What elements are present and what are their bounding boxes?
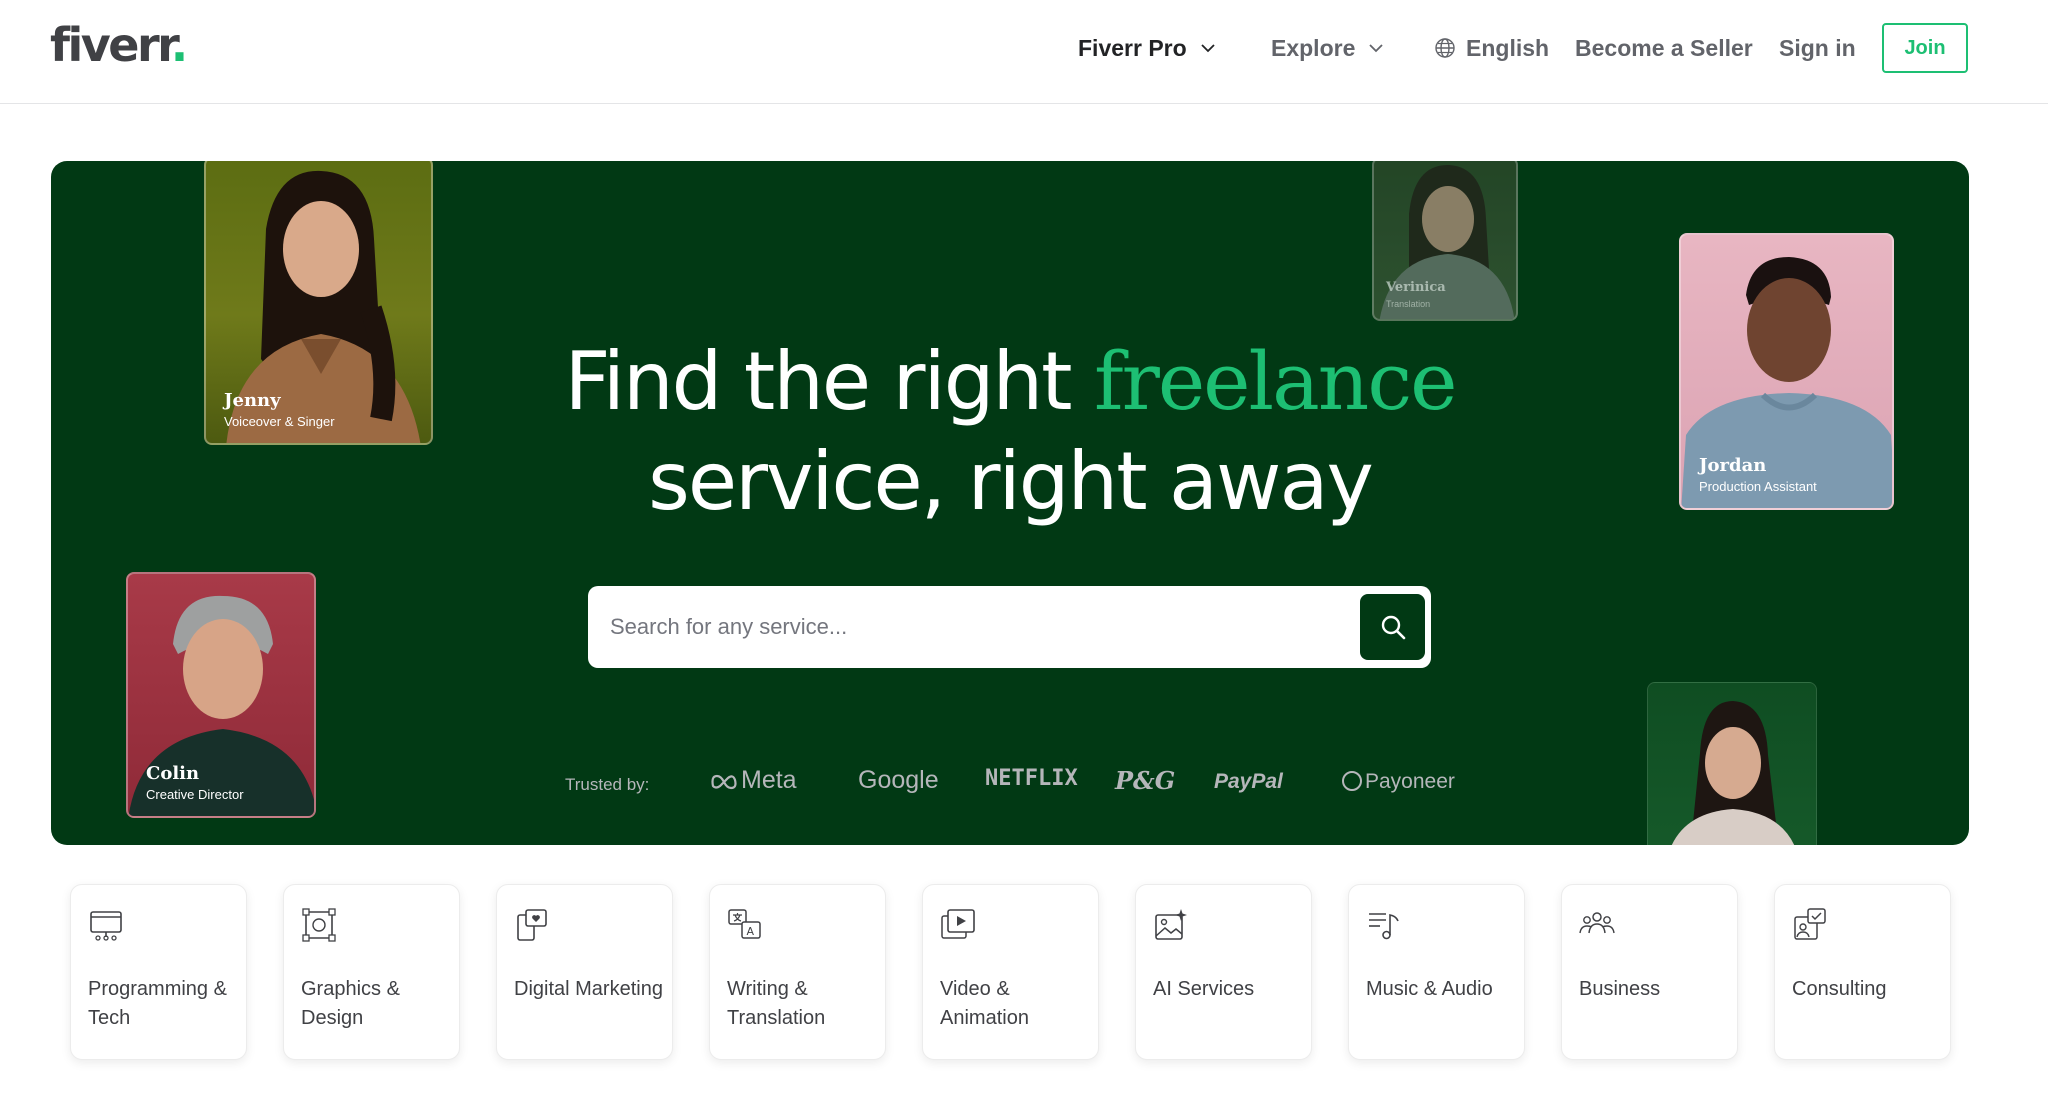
chevron-down-icon	[1369, 44, 1384, 53]
category-label: Video & Animation	[940, 978, 1029, 1029]
nav-explore-label: Explore	[1271, 34, 1356, 61]
category-label: Music & Audio	[1366, 978, 1493, 1000]
category-consulting[interactable]: Consulting	[1774, 884, 1951, 1060]
fiverr-logo[interactable]: fiverr.	[50, 18, 188, 72]
ai-image-icon	[1155, 909, 1187, 940]
site-header: fiverr. Fiverr Pro Explore English Becom…	[0, 0, 2048, 104]
brand-label: Payoneer	[1365, 770, 1455, 793]
consulting-icon	[1794, 908, 1826, 940]
people-icon	[1579, 912, 1615, 934]
category-label: Writing & Translation	[727, 978, 826, 1029]
nav-language-label: English	[1466, 34, 1550, 61]
video-play-icon	[941, 909, 975, 939]
category-graphics-design[interactable]: Graphics & Design	[283, 884, 460, 1060]
category-label: Programming & Tech	[88, 978, 227, 1029]
chevron-down-icon	[1201, 44, 1215, 53]
category-writing-translation[interactable]: A Writing & Translation	[709, 884, 886, 1060]
headline-text: Find the right	[564, 335, 1094, 428]
category-music-audio[interactable]: Music & Audio	[1348, 884, 1525, 1060]
category-label: Digital Marketing	[514, 978, 663, 1000]
nav-sign-in[interactable]: Sign in	[1779, 30, 1856, 66]
category-label: Business	[1579, 978, 1661, 1000]
monitor-icon	[90, 911, 122, 941]
brand-label: Meta	[741, 766, 797, 794]
nav-fiverr-pro-label: Fiverr Pro	[1078, 34, 1187, 61]
svg-text:A: A	[747, 925, 755, 938]
category-video-animation[interactable]: Video & Animation	[922, 884, 1099, 1060]
translate-icon: A	[728, 909, 761, 939]
category-programming-tech[interactable]: Programming & Tech	[70, 884, 247, 1060]
profile-role: Creative Director	[146, 787, 244, 802]
payoneer-ring-icon	[1342, 771, 1362, 791]
music-icon	[1369, 913, 1399, 940]
nav-language[interactable]: English	[1434, 30, 1549, 66]
hero-headline-line1: Find the right freelance	[51, 333, 1969, 431]
category-label: Graphics & Design	[301, 978, 400, 1029]
search-button[interactable]	[1360, 594, 1425, 660]
hero-headline-line2: service, right away	[648, 435, 1374, 528]
hero-banner: Jenny Voiceover & Singer Colin Creative …	[51, 161, 1969, 845]
globe-icon	[1435, 38, 1455, 58]
portrait-image	[1671, 701, 1795, 845]
profile-card-partial	[1647, 682, 1817, 845]
meta-infinity-icon	[711, 774, 737, 790]
profile-card-colin: Colin Creative Director	[126, 572, 316, 818]
netflix-logo: NETFLIX	[985, 766, 1078, 791]
profile-name: Colin	[146, 763, 200, 784]
category-label: AI Services	[1153, 978, 1255, 1000]
trusted-by-label: Trusted by:	[565, 775, 650, 794]
portrait-image	[1379, 164, 1515, 319]
design-frame-icon	[302, 908, 336, 942]
headline-accent: freelance	[1093, 335, 1457, 428]
category-label: Consulting	[1792, 978, 1887, 1000]
join-button[interactable]: Join	[1882, 23, 1968, 73]
nav-become-seller[interactable]: Become a Seller	[1575, 30, 1753, 66]
marketing-icon	[517, 909, 547, 941]
search-bar	[588, 586, 1431, 668]
category-business[interactable]: Business	[1561, 884, 1738, 1060]
search-icon	[1381, 615, 1405, 640]
paypal-logo: PayPal	[1214, 770, 1283, 793]
category-digital-marketing[interactable]: Digital Marketing	[496, 884, 673, 1060]
pg-logo: P&G	[1115, 766, 1176, 795]
profile-card-verinica: Verinica Translation	[1372, 161, 1518, 321]
google-logo: Google	[858, 766, 939, 794]
profile-name: Verinica	[1386, 280, 1446, 295]
nav-fiverr-pro[interactable]: Fiverr Pro	[1078, 30, 1217, 66]
category-ai-services[interactable]: AI Services	[1135, 884, 1312, 1060]
nav-explore[interactable]: Explore	[1271, 30, 1385, 66]
search-input[interactable]	[588, 586, 1348, 668]
payoneer-logo: Payoneer	[1341, 770, 1455, 794]
meta-logo: Meta	[709, 766, 797, 795]
profile-role: Translation	[1386, 299, 1431, 309]
